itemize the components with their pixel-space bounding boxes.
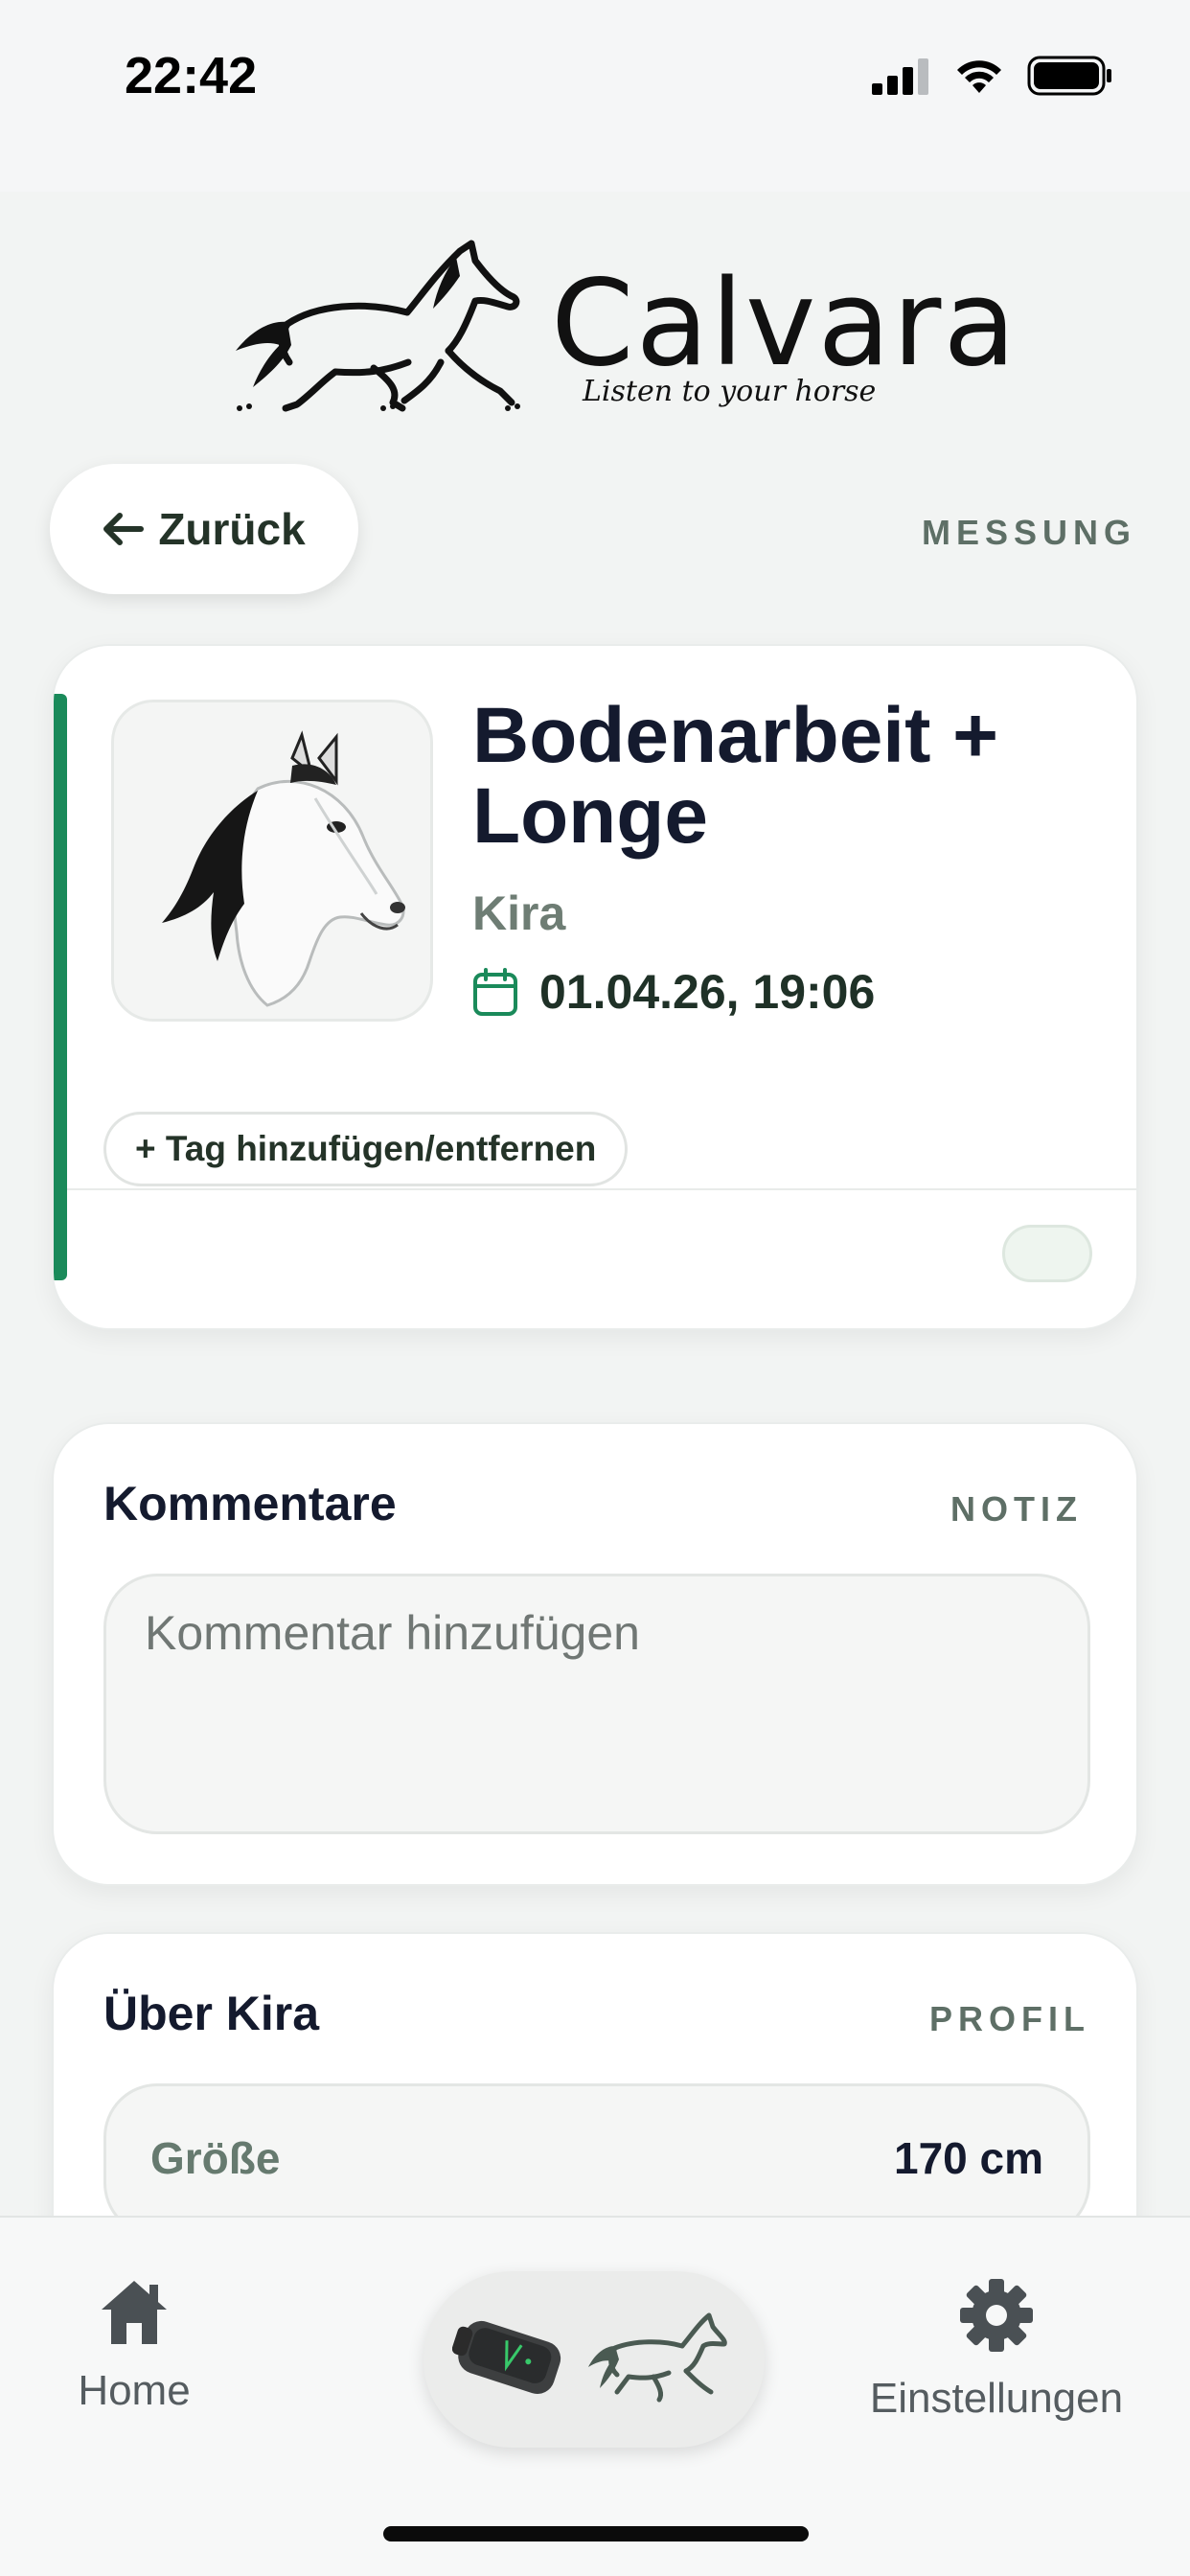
cellular-signal-icon <box>872 58 928 95</box>
horse-name: Kira <box>472 886 566 940</box>
horse-avatar <box>111 700 433 1022</box>
accent-bar <box>54 694 67 1280</box>
session-date-row: 01.04.26, 19:06 <box>472 964 875 1020</box>
status-icons <box>872 56 1113 96</box>
logo-tagline: Listen to your horse <box>583 375 877 408</box>
tab-bar: Home Einstellungen <box>0 2216 1190 2576</box>
tag-edit-button[interactable]: + Tag hinzufügen/entfernen <box>103 1112 629 1186</box>
comments-card: Kommentare NOTIZ <box>52 1422 1138 1886</box>
sensor-device-icon <box>452 2320 561 2394</box>
tab-settings-label: Einstellungen <box>869 2375 1124 2422</box>
arrow-left-icon <box>103 513 145 545</box>
galloping-horse-logo-icon <box>236 240 520 412</box>
session-title: Bodenarbeit + Longe <box>472 692 999 860</box>
comment-input[interactable] <box>103 1574 1090 1834</box>
logo-wordmark: Calvara <box>551 255 1018 393</box>
house-icon <box>102 2281 167 2344</box>
horse-silhouette-icon <box>588 2312 727 2403</box>
session-card: Bodenarbeit + Longe Kira 01.04.26, 19:06… <box>52 644 1138 1330</box>
back-button[interactable]: Zurück <box>50 464 358 594</box>
section-label: MESSUNG <box>922 513 1137 552</box>
horse-head-illustration <box>162 730 405 1007</box>
profile-title: Über Kira <box>103 1987 320 2040</box>
profile-row-label: Größe <box>150 2133 281 2183</box>
profile-row-size: Größe 170 cm <box>103 2083 1090 2237</box>
session-toggle[interactable] <box>1002 1225 1092 1282</box>
calendar-icon <box>473 968 517 1016</box>
status-bar: 22:42 <box>0 0 1190 192</box>
gear-icon <box>960 2279 1033 2352</box>
comments-title: Kommentare <box>103 1477 397 1530</box>
device-horse-button[interactable] <box>423 2271 765 2448</box>
status-time: 22:42 <box>125 47 258 104</box>
tab-home-label: Home <box>78 2367 191 2414</box>
profile-tag: PROFIL <box>929 1999 1090 2038</box>
app-logo: Calvara Listen to your horse <box>230 238 1016 420</box>
tab-settings[interactable]: Einstellungen <box>862 2277 1131 2423</box>
battery-icon <box>1027 56 1111 96</box>
wifi-icon <box>957 60 1001 93</box>
tab-home[interactable]: Home <box>67 2277 201 2415</box>
card-divider <box>67 1188 1136 1190</box>
comments-tag: NOTIZ <box>950 1489 1083 1529</box>
profile-row-value: 170 cm <box>893 2133 1043 2183</box>
back-button-label: Zurück <box>158 504 306 554</box>
session-datetime: 01.04.26, 19:06 <box>539 965 876 1019</box>
home-indicator[interactable] <box>383 2526 809 2542</box>
